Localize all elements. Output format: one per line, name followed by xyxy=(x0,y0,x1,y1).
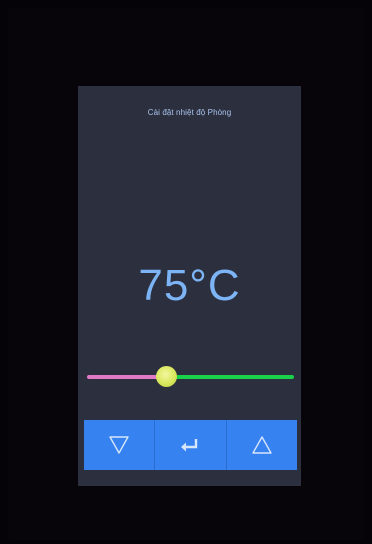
decrease-button[interactable] xyxy=(84,420,156,470)
slider-thumb[interactable] xyxy=(156,366,177,387)
slider-track-active xyxy=(87,375,166,379)
thermostat-screen: Cài đặt nhiệt độ Phòng 75°C xyxy=(78,86,301,486)
confirm-button[interactable] xyxy=(155,420,227,470)
control-button-bar xyxy=(84,420,297,470)
increase-button[interactable] xyxy=(227,420,297,470)
temperature-readout: 75°C xyxy=(138,261,241,310)
enter-icon xyxy=(181,439,198,452)
triangle-down-icon xyxy=(109,436,129,454)
temperature-slider[interactable] xyxy=(87,366,294,388)
slider-track-inactive xyxy=(166,375,294,379)
screen-title: Cài đặt nhiệt độ Phòng xyxy=(147,108,232,117)
triangle-up-icon xyxy=(252,436,272,454)
